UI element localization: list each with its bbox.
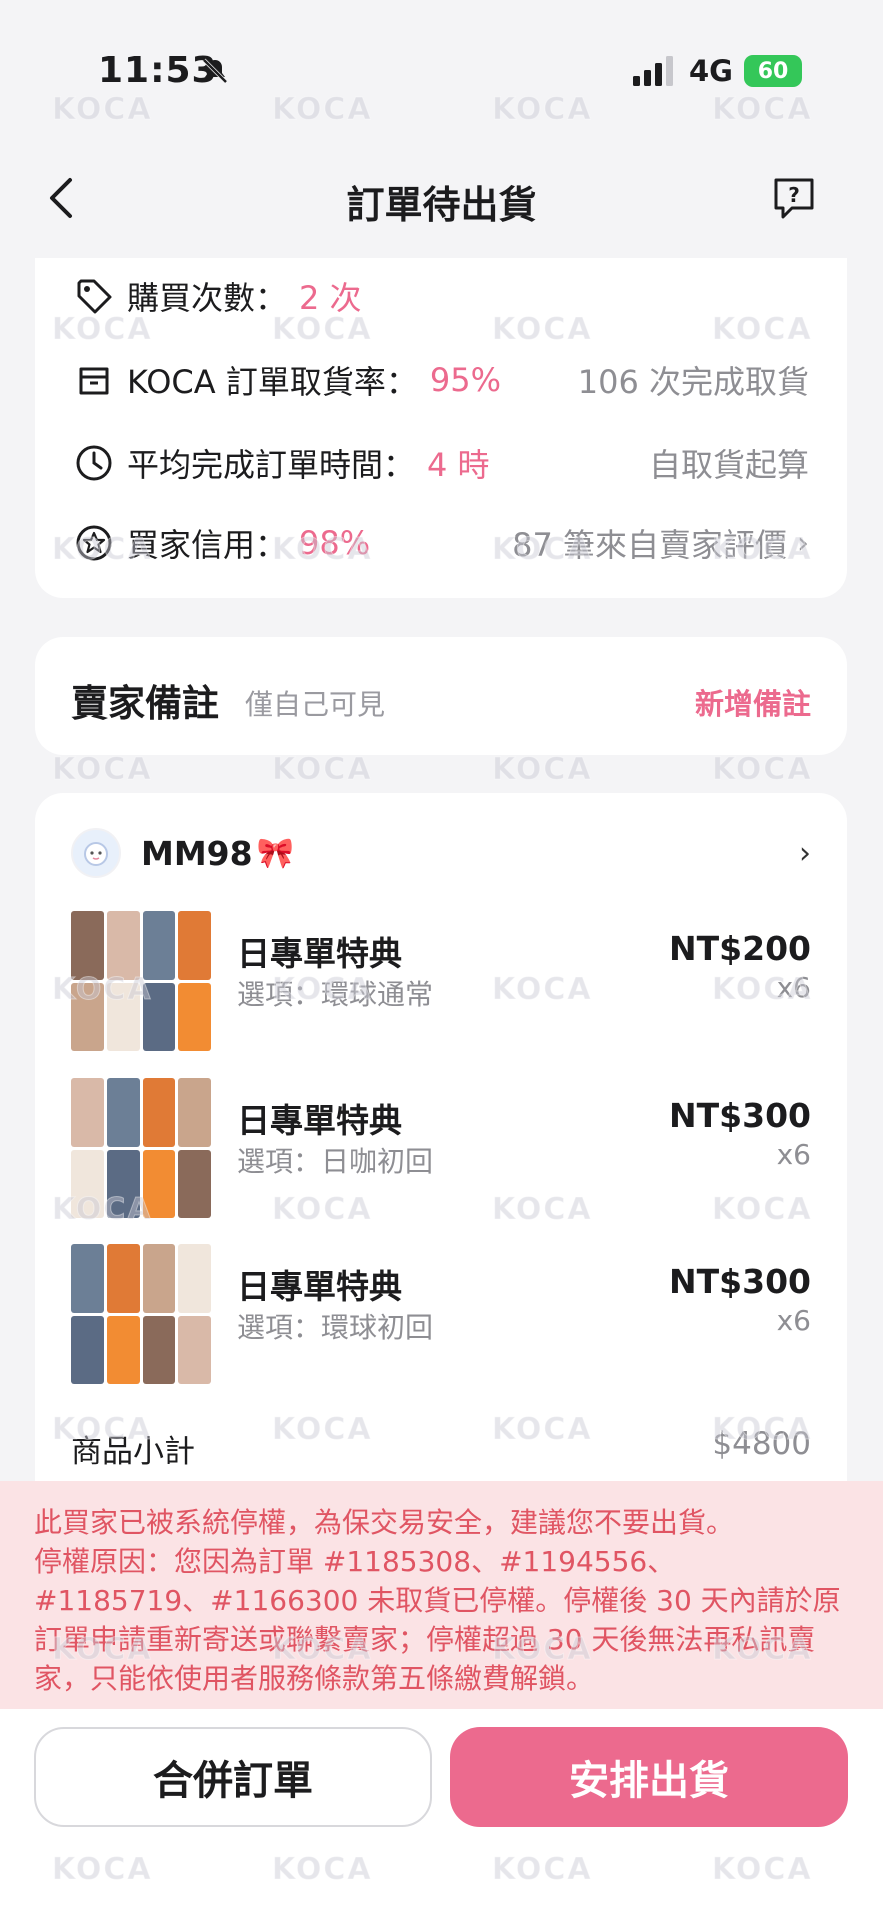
clock-icon [76, 445, 112, 481]
subtotal-label: 商品小計 [71, 1434, 195, 1470]
item-price: NT$300 [669, 1096, 811, 1135]
thumbnail-photo-tile [178, 1078, 211, 1147]
thumbnail-photo-tile [106, 1149, 140, 1218]
purchase-count-row: 購買次數： 2 次 [73, 268, 809, 324]
thumbnail-photo-tile [142, 1149, 176, 1218]
status-bar: 11:53 4G 60 [0, 0, 883, 140]
avg-time-value: 4 時 [427, 446, 490, 484]
product-thumbnail [71, 1078, 211, 1218]
item-option: 選項：日咖初回 [237, 1145, 434, 1178]
shop-name: MM98 [141, 833, 253, 873]
avatar [71, 828, 121, 878]
seller-note-card: 賣家備註 僅自己可見 新增備註 [35, 637, 847, 755]
bottom-action-bar: 合併訂單 安排出貨 [0, 1709, 883, 1920]
avg-time-label: 平均完成訂單時間： [127, 446, 416, 484]
tag-icon [77, 279, 112, 314]
avg-time-row: 平均完成訂單時間： 4 時 自取貨起算 [73, 435, 809, 491]
thumbnail-photo-tile [142, 1244, 176, 1313]
thumbnail-photo-tile [142, 1078, 176, 1147]
thumbnail-photo-tile [142, 911, 176, 980]
buyer-credit-row[interactable]: 買家信用： 98% 87 筆來自賣家評價 › [73, 515, 809, 571]
order-item[interactable]: 日專單特典 選項：環球初回 NT$300 x6 [71, 1244, 811, 1394]
help-chat-icon[interactable]: ? [770, 174, 818, 222]
thumbnail-photo-tile [142, 982, 176, 1051]
shop-header[interactable]: MM98 🎀 › [71, 823, 811, 883]
thumbnail-photo-tile [142, 1315, 176, 1384]
order-item[interactable]: 日專單特典 選項：日咖初回 NT$300 x6 [71, 1078, 811, 1228]
nav-bar: 訂單待出貨 ? [0, 150, 883, 250]
buyer-stats-card: 購買次數： 2 次 KOCA 訂單取貨率： 95% 106 次完成取貨 平均完成… [35, 258, 847, 598]
order-item[interactable]: 日專單特典 選項：環球通常 NT$200 x6 [71, 911, 811, 1061]
koca-watermark: KOCA [492, 752, 593, 788]
thumbnail-photo-tile [106, 1315, 140, 1384]
thumbnail-photo-tile [71, 982, 104, 1051]
page-title: 訂單待出貨 [346, 183, 537, 227]
arrange-shipment-button[interactable]: 安排出貨 [450, 1727, 848, 1827]
thumbnail-photo-tile [71, 911, 104, 980]
thumbnail-photo-tile [106, 911, 140, 980]
subtotal-value: $4800 [712, 1426, 811, 1462]
pickup-rate-label: KOCA 訂單取貨率： [127, 363, 418, 401]
buyer-credit-label: 買家信用： [127, 526, 288, 564]
item-price: NT$200 [669, 929, 811, 968]
star-badge-icon [76, 525, 112, 561]
item-title: 日專單特典 [237, 1267, 402, 1306]
purchase-count-label: 購買次數： [127, 279, 288, 317]
buyer-credit-value: 98% [299, 524, 371, 562]
thumbnail-photo-tile [178, 1315, 211, 1384]
item-option: 選項：環球初回 [237, 1311, 434, 1344]
bag-icon [79, 367, 109, 395]
pickup-rate-value: 95% [429, 361, 501, 399]
warning-headline: 此買家已被系統停權，為保交易安全，建議您不要出貨。 [34, 1506, 735, 1539]
thumbnail-photo-tile [106, 1244, 140, 1313]
thumbnail-photo-tile [178, 982, 211, 1051]
koca-watermark: KOCA [52, 752, 153, 788]
purchase-count-value: 2 次 [299, 279, 362, 317]
thumbnail-photo-tile [178, 911, 211, 980]
item-quantity: x6 [776, 1304, 811, 1337]
thumbnail-photo-tile [71, 1149, 104, 1218]
bow-emoji: 🎀 [256, 835, 294, 871]
item-price: NT$300 [669, 1262, 811, 1301]
seller-note-title: 賣家備註 [71, 682, 219, 725]
chevron-right-icon[interactable]: › [799, 836, 811, 871]
seller-note-subtitle: 僅自己可見 [245, 688, 386, 721]
buyer-credit-note[interactable]: 87 筆來自賣家評價 [512, 520, 787, 566]
item-option: 選項：環球通常 [237, 978, 434, 1011]
network-type: 4G [689, 54, 733, 88]
avatar-character-icon [84, 842, 108, 866]
thumbnail-photo-tile [106, 982, 140, 1051]
koca-watermark: KOCA [272, 752, 373, 788]
product-thumbnail [71, 911, 211, 1051]
item-quantity: x6 [776, 971, 811, 1004]
item-quantity: x6 [776, 1138, 811, 1171]
chevron-right-icon: › [797, 525, 809, 561]
add-note-button[interactable]: 新增備註 [695, 681, 811, 723]
bell-muted-icon [202, 58, 228, 84]
koca-watermark: KOCA [712, 752, 813, 788]
thumbnail-photo-tile [178, 1149, 211, 1218]
product-thumbnail [71, 1244, 211, 1384]
thumbnail-photo-tile [106, 1078, 140, 1147]
thumbnail-photo-tile [71, 1244, 104, 1313]
item-title: 日專單特典 [237, 1101, 402, 1140]
svg-text:?: ? [788, 183, 800, 207]
warning-reason: 停權原因：您因為訂單 #1185308、#1194556、#1185719、#1… [34, 1545, 841, 1695]
thumbnail-photo-tile [178, 1244, 211, 1313]
merge-order-button[interactable]: 合併訂單 [34, 1727, 432, 1827]
avg-time-note: 自取貨起算 [648, 446, 809, 484]
pickup-rate-row: KOCA 訂單取貨率： 95% 106 次完成取貨 [73, 352, 809, 408]
cell-signal-icon [633, 56, 673, 86]
suspension-warning: 此買家已被系統停權，為保交易安全，建議您不要出貨。 停權原因：您因為訂單 #11… [0, 1481, 883, 1709]
thumbnail-photo-tile [71, 1078, 104, 1147]
order-card: MM98 🎀 › 日專單特典 選項：環球通常 NT$200 x6 日專單特典 選… [35, 793, 847, 1493]
thumbnail-photo-tile [71, 1315, 104, 1384]
item-title: 日專單特典 [237, 934, 402, 973]
pickup-count-note: 106 次完成取貨 [577, 363, 809, 401]
battery-indicator: 60 [744, 55, 802, 87]
